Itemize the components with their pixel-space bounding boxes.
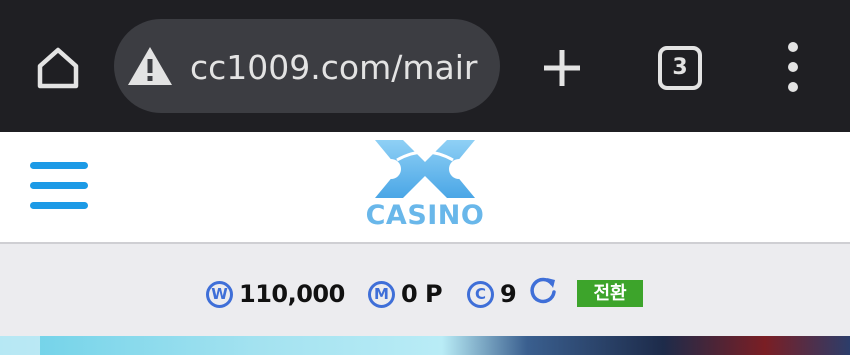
coin-amount: 9 xyxy=(500,280,517,308)
home-icon xyxy=(37,47,79,89)
tab-count: 3 xyxy=(672,55,688,80)
browser-toolbar: cc1009.com/mair 3 xyxy=(0,0,850,132)
hamburger-icon[interactable] xyxy=(30,162,88,212)
promo-banner[interactable] xyxy=(0,336,850,355)
won-amount: 110,000 xyxy=(239,280,345,308)
won-icon: W xyxy=(206,280,233,308)
refresh-icon[interactable] xyxy=(528,275,558,305)
warning-icon[interactable] xyxy=(126,44,174,88)
switch-button[interactable]: 전환 xyxy=(577,280,643,307)
new-tab-button[interactable] xyxy=(538,44,586,92)
won-balance: W 110,000 xyxy=(206,279,345,309)
tab-switcher-button[interactable]: 3 xyxy=(658,46,702,90)
coin-icon: C xyxy=(467,280,494,308)
logo-text: CASINO xyxy=(365,200,485,231)
coin-balance: C 9 xyxy=(467,279,517,309)
mileage-balance: M 0 P xyxy=(368,279,443,309)
mileage-icon: M xyxy=(368,280,395,308)
casino-logo[interactable]: CASINO xyxy=(355,136,495,236)
home-button[interactable] xyxy=(30,40,86,96)
casino-logo-mark xyxy=(375,140,475,198)
site-header: CASINO xyxy=(0,132,850,244)
url-text[interactable]: cc1009.com/mair xyxy=(190,44,482,92)
plus-icon xyxy=(544,50,580,86)
mileage-amount: 0 P xyxy=(401,280,443,308)
more-vert-icon[interactable] xyxy=(778,42,808,92)
